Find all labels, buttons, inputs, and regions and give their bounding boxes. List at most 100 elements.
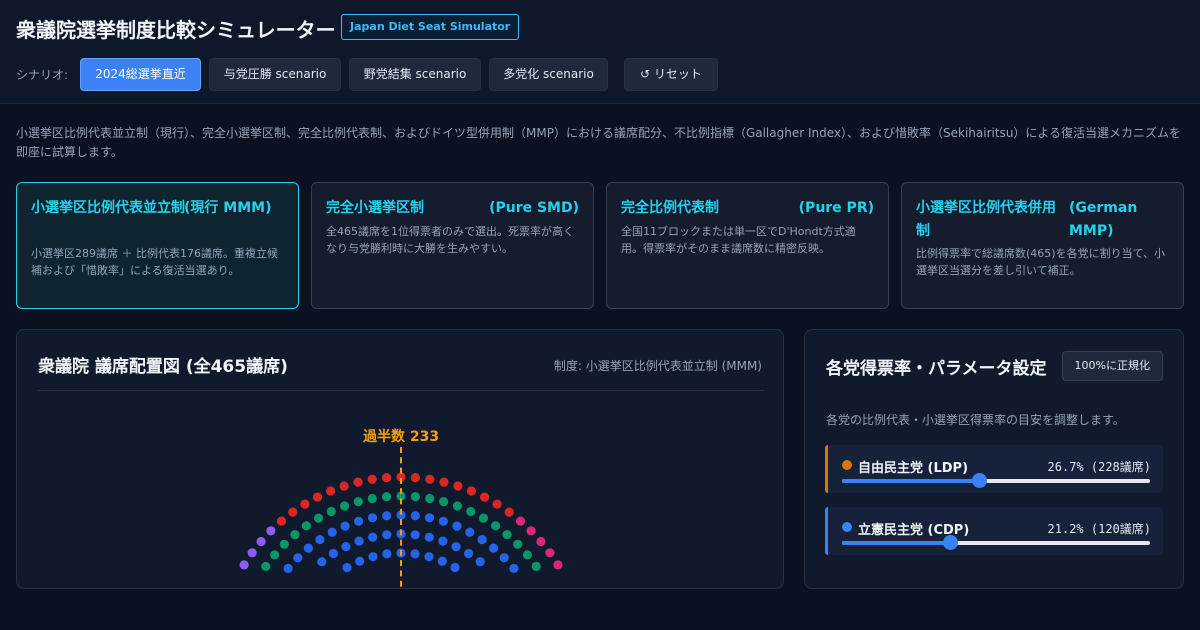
- seat-dot: [410, 473, 420, 483]
- seat-dot: [451, 542, 461, 552]
- app-title: 衆議院選挙制度比較シミュレーター: [16, 18, 336, 42]
- party-vote-value: 26.7% (228議席): [1047, 460, 1151, 474]
- seat-dot: [279, 539, 289, 549]
- slider-thumb[interactable]: [972, 473, 988, 488]
- system-card-desc: 全465議席を1位得票者のみで選出。死票率が高くなり与党勝利時に大勝を生みやすい…: [326, 225, 574, 255]
- seat-dot: [353, 477, 363, 487]
- seat-dot: [466, 506, 476, 517]
- seat-dot: [465, 527, 475, 537]
- system-card-german-mmp[interactable]: 小選挙区比例代表併用制 (German MMP) 比例得票率で総議席数(465)…: [901, 182, 1184, 309]
- scenario-label: シナリオ:: [16, 68, 69, 82]
- party-settings-panel: 各党得票率・パラメータ設定 100%に正規化 各党の比例代表・小選挙区得票率の目…: [804, 329, 1184, 589]
- side-panel-title: 各党得票率・パラメータ設定: [826, 359, 1047, 379]
- system-card-name: 完全比例代表制: [621, 200, 719, 216]
- seat-dot: [340, 501, 350, 511]
- majority-line: [400, 447, 402, 588]
- seat-dot: [475, 557, 485, 567]
- seat-dot: [355, 556, 365, 566]
- seat-dot: [479, 492, 490, 502]
- seat-dot: [256, 536, 266, 547]
- slider-thumb[interactable]: [942, 535, 958, 550]
- seat-dot: [553, 560, 563, 570]
- app-header: 衆議院選挙制度比較シミュレーター Japan Diet Seat Simulat…: [0, 0, 1200, 104]
- seat-dot: [328, 548, 338, 559]
- seat-dot: [531, 561, 541, 571]
- seat-dot: [492, 499, 502, 509]
- seat-dot: [341, 542, 351, 552]
- seat-dot: [288, 507, 298, 517]
- seat-dot: [354, 516, 364, 526]
- seat-dot: [466, 486, 476, 496]
- seat-dot: [499, 553, 509, 563]
- system-card-en: (Pure SMD): [489, 200, 579, 216]
- party-accent: [825, 445, 828, 493]
- system-card-name: 完全小選挙区制: [326, 200, 424, 216]
- normalize-button[interactable]: 100%に正規化: [1061, 351, 1163, 381]
- seat-dot: [439, 477, 449, 487]
- seat-dot: [317, 557, 327, 567]
- seat-dot: [489, 543, 499, 553]
- seat-dot: [515, 516, 526, 526]
- seat-dot: [247, 548, 257, 558]
- parliament-chart-panel: 衆議院 議席配置図 (全465議席) 制度: 小選挙区比例代表並立制 (MMM)…: [16, 329, 784, 589]
- seat-dot: [354, 536, 364, 546]
- seat-dot: [239, 560, 249, 570]
- scenario-button-ruling-landslide[interactable]: 与党圧勝 scenario: [209, 58, 341, 91]
- system-card-pure-pr[interactable]: 完全比例代表制 (Pure PR) 全国11ブロックまたは単一区でD'Hondt…: [606, 182, 889, 309]
- seat-dot: [270, 550, 280, 560]
- seat-dot: [425, 493, 435, 504]
- seat-dot: [522, 550, 532, 560]
- party-vote-value: 21.2% (120議席): [1047, 522, 1151, 536]
- seat-dot: [382, 473, 392, 483]
- vote-share-slider[interactable]: [842, 535, 1150, 550]
- seat-dot: [367, 493, 377, 504]
- seat-dot: [327, 527, 337, 537]
- seat-dot: [368, 552, 378, 562]
- seat-dot: [290, 530, 300, 540]
- system-card-pure-smd[interactable]: 完全小選挙区制 (Pure SMD) 全465議席を1位得票者のみで選出。死票率…: [311, 182, 594, 309]
- seat-dot: [293, 553, 303, 563]
- system-card-name: 小選挙区比例代表並立制: [31, 200, 185, 216]
- seat-dot: [301, 521, 311, 531]
- party-color-dot: [842, 460, 852, 470]
- slider-fill: [842, 479, 980, 483]
- slider-fill: [842, 541, 950, 545]
- seat-dot: [424, 513, 435, 523]
- seat-dot: [326, 486, 336, 496]
- reset-button[interactable]: ↺ リセット: [624, 58, 718, 91]
- seat-dot: [367, 474, 377, 484]
- seat-dot: [342, 562, 352, 573]
- seat-dot: [410, 549, 420, 559]
- system-card-mmm[interactable]: 小選挙区比例代表並立制 (現行 MMM) 小選挙区289議席 ＋ 比例代表176…: [16, 182, 299, 309]
- seat-dot: [502, 530, 512, 540]
- seat-dot: [410, 511, 420, 521]
- seat-dot: [261, 561, 271, 571]
- vote-share-slider[interactable]: [842, 473, 1150, 488]
- seat-dot: [452, 521, 462, 531]
- system-card-desc: 小選挙区289議席 ＋ 比例代表176議席。重複立候補および「惜敗率」による復活…: [31, 247, 278, 277]
- scenario-button-2024[interactable]: 2024総選挙直近: [80, 58, 201, 91]
- seat-dot: [478, 513, 489, 523]
- side-panel-note: 各党の比例代表・小選挙区得票率の目安を調整します。: [826, 413, 1125, 427]
- seat-dot: [439, 497, 449, 507]
- system-card-desc: 比例得票率で総議席数(465)を各党に割り当て、小選挙区当選分を差し引いて補正。: [916, 247, 1166, 277]
- system-card-desc: 全国11ブロックまたは単一区でD'Hondt方式適用。得票率がそのまま議席数に精…: [621, 225, 856, 255]
- seat-dot: [437, 556, 447, 566]
- seat-dot: [315, 535, 325, 545]
- seat-dot: [545, 548, 555, 558]
- scenario-button-opposition-unite[interactable]: 野党結集 scenario: [349, 58, 481, 91]
- seat-dot: [266, 526, 276, 536]
- seat-dot: [382, 511, 392, 521]
- party-name: 自由民主党 (LDP): [858, 461, 969, 476]
- seat-dot: [452, 501, 462, 511]
- seat-dot: [313, 513, 324, 523]
- seat-dot: [326, 506, 336, 517]
- seat-dot: [464, 548, 474, 559]
- system-card-name: 小選挙区比例代表併用制: [916, 200, 1056, 239]
- app-description: 小選挙区比例代表並立制（現行）、完全小選挙区制、完全比例代表制、およびドイツ型併…: [16, 126, 1182, 159]
- scenario-button-multiparty[interactable]: 多党化 scenario: [489, 58, 608, 91]
- seat-dot: [410, 492, 420, 502]
- seat-dot: [410, 530, 420, 540]
- party-row-cdp: 立憲民主党 (CDP) 21.2% (120議席): [825, 507, 1163, 555]
- seat-dot: [303, 543, 313, 553]
